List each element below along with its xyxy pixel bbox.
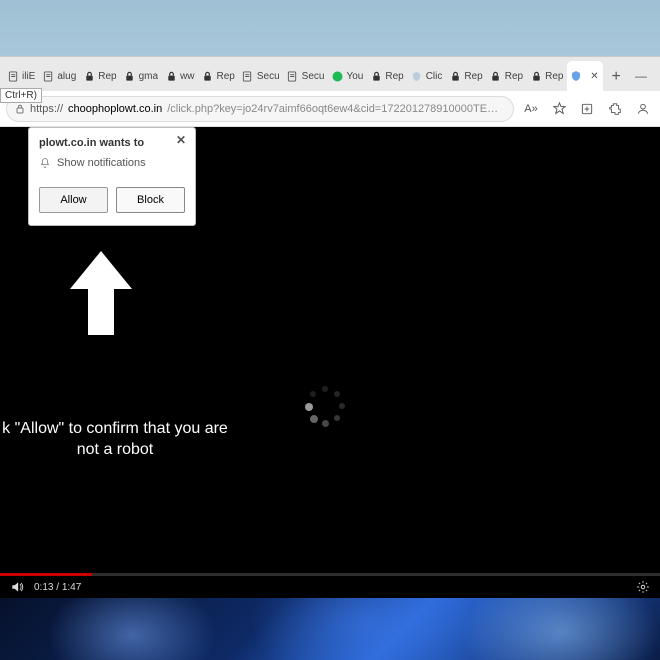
volume-icon[interactable] (10, 580, 24, 594)
tab-label: Clic (426, 71, 443, 82)
tab-label: Rep (545, 71, 563, 82)
shield-favicon (411, 70, 423, 82)
permission-dialog: plowt.co.in wants to ✕ Show notification… (28, 127, 196, 226)
browser-window: iliE alug Rep gma ww Rep Secu Secu You Rep Clic Rep… (0, 56, 660, 598)
tab-background-1[interactable]: alug (39, 61, 79, 91)
up-arrow-graphic (62, 245, 140, 341)
tab-label: ww (180, 71, 194, 82)
tab-label: You (346, 71, 363, 82)
lock-favicon (202, 70, 214, 82)
tab-label: Rep (464, 71, 482, 82)
site-favicon (570, 70, 582, 82)
tab-background-10[interactable]: Clic (408, 61, 446, 91)
lock-favicon (449, 70, 461, 82)
tab-background-0[interactable]: iliE (4, 61, 38, 91)
tab-background-12[interactable]: Rep (487, 61, 526, 91)
tab-background-6[interactable]: Secu (239, 61, 283, 91)
lock-favicon (530, 70, 542, 82)
tab-background-7[interactable]: Secu (284, 61, 328, 91)
tab-label: Rep (385, 71, 403, 82)
settings-gear-icon[interactable] (636, 580, 650, 594)
loading-spinner (302, 383, 348, 429)
lock-favicon (370, 70, 382, 82)
permission-line: Show notifications (29, 153, 195, 179)
lock-favicon (490, 70, 502, 82)
tab-label: Rep (98, 71, 116, 82)
page-content: plowt.co.in wants to ✕ Show notification… (0, 127, 660, 598)
keyboard-hint: Ctrl+R) (0, 88, 42, 103)
tab-label: gma (139, 71, 158, 82)
scam-instruction-text: k "Allow" to confirm that you are not a … (0, 419, 234, 461)
url-scheme: https:// (30, 103, 63, 115)
minimize-button[interactable]: — (626, 61, 656, 91)
allow-button[interactable]: Allow (39, 187, 108, 213)
tab-background-4[interactable]: ww (162, 61, 197, 91)
tab-label: Secu (257, 71, 280, 82)
url-path: /click.php?key=jo24rv7aimf66oqt6ew4&cid=… (167, 103, 505, 115)
taskbar[interactable] (0, 598, 660, 660)
tab-background-2[interactable]: Rep (80, 61, 119, 91)
page-favicon (287, 70, 299, 82)
close-tab-icon[interactable]: ✕ (588, 70, 600, 82)
lock-favicon (124, 70, 136, 82)
green-favicon (331, 70, 343, 82)
page-favicon (42, 70, 54, 82)
url-input[interactable]: https:// choophoplowt.co.in/click.php?key… (6, 96, 514, 122)
lock-favicon (165, 70, 177, 82)
bell-icon (39, 157, 51, 169)
lock-icon (15, 104, 25, 114)
tab-background-5[interactable]: Rep (199, 61, 238, 91)
desktop-top (0, 0, 660, 56)
block-button[interactable]: Block (116, 187, 185, 213)
collections-icon[interactable] (576, 98, 598, 120)
window-controls: — (626, 61, 656, 91)
tab-background-9[interactable]: Rep (367, 61, 406, 91)
tab-background-3[interactable]: gma (121, 61, 161, 91)
tab-background-8[interactable]: You (328, 61, 366, 91)
profile-icon[interactable] (632, 98, 654, 120)
page-favicon (7, 70, 19, 82)
address-bar: https:// choophoplowt.co.in/click.php?key… (0, 91, 660, 127)
video-controls: 0:13 / 1:47 (0, 576, 660, 598)
close-icon[interactable]: ✕ (173, 132, 189, 148)
url-domain: choophoplowt.co.in (68, 103, 162, 115)
favorite-icon[interactable] (548, 98, 570, 120)
permission-title: plowt.co.in wants to ✕ (29, 128, 195, 153)
tab-label: alug (57, 71, 76, 82)
page-favicon (242, 70, 254, 82)
tab-label: Secu (302, 71, 325, 82)
tab-background-13[interactable]: Rep (527, 61, 566, 91)
video-time: 0:13 / 1:47 (34, 582, 81, 593)
new-tab-button[interactable]: + (606, 63, 626, 91)
lock-favicon (83, 70, 95, 82)
tab-strip: iliE alug Rep gma ww Rep Secu Secu You Rep Clic Rep… (0, 57, 660, 91)
tab-label: Rep (217, 71, 235, 82)
tab-background-11[interactable]: Rep (446, 61, 485, 91)
tab-label: iliE (22, 71, 35, 82)
tab-label: Rep (505, 71, 523, 82)
windows-bloom-bg (0, 598, 660, 660)
read-aloud-icon[interactable]: A» (520, 98, 542, 120)
tab-active[interactable]: ✕ (567, 61, 603, 91)
extensions-icon[interactable] (604, 98, 626, 120)
